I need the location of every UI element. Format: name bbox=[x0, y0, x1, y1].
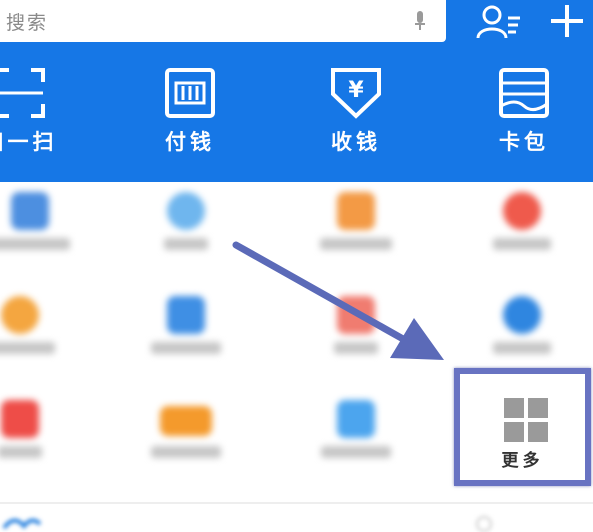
app-label-placeholder bbox=[164, 238, 208, 250]
card-wallet-button[interactable]: 卡包 bbox=[474, 66, 574, 166]
grid-app-tile[interactable] bbox=[462, 182, 582, 282]
microphone-icon[interactable] bbox=[414, 11, 426, 31]
app-icon bbox=[503, 296, 541, 334]
card-wallet-icon bbox=[499, 68, 549, 118]
app-label-placeholder bbox=[493, 342, 551, 354]
app-label-placeholder bbox=[0, 446, 42, 458]
svg-text:¥: ¥ bbox=[348, 78, 364, 103]
receive-money-label: 收钱 bbox=[331, 130, 381, 154]
quick-actions-bar: 扫一扫 付钱 ¥ 收钱 bbox=[0, 66, 593, 166]
grid-app-tile[interactable] bbox=[0, 390, 80, 490]
app-icon bbox=[11, 192, 49, 230]
more-label: 更多 bbox=[501, 451, 544, 471]
app-label-placeholder bbox=[320, 238, 392, 250]
app-label-placeholder bbox=[321, 446, 391, 458]
app-label-placeholder bbox=[151, 342, 221, 354]
top-header: 搜索 扫一扫 bbox=[0, 0, 593, 182]
grid-icon bbox=[504, 398, 548, 442]
app-label-placeholder bbox=[0, 342, 55, 354]
app-icon bbox=[337, 192, 375, 230]
pay-button[interactable]: 付钱 bbox=[140, 66, 240, 166]
app-label-placeholder bbox=[151, 446, 221, 458]
card-wallet-label: 卡包 bbox=[499, 130, 549, 154]
scan-button[interactable]: 扫一扫 bbox=[0, 66, 70, 166]
grid-app-tile[interactable] bbox=[296, 286, 416, 386]
app-icon bbox=[167, 192, 205, 230]
app-label-placeholder bbox=[493, 238, 551, 250]
partial-bottom-content bbox=[2, 516, 492, 532]
app-icon bbox=[1, 400, 39, 438]
app-icon bbox=[503, 192, 541, 230]
receive-money-button[interactable]: ¥ 收钱 bbox=[306, 66, 406, 166]
grid-app-tile[interactable] bbox=[296, 182, 416, 282]
contacts-icon[interactable] bbox=[476, 4, 522, 40]
more-button[interactable]: 更多 bbox=[454, 368, 591, 486]
scan-icon bbox=[0, 68, 45, 118]
receive-money-icon: ¥ bbox=[331, 68, 381, 119]
app-icon bbox=[337, 296, 375, 334]
grid-app-tile[interactable] bbox=[296, 390, 416, 490]
app-label-placeholder bbox=[334, 342, 378, 354]
grid-app-tile[interactable] bbox=[126, 286, 246, 386]
pay-icon bbox=[165, 68, 215, 118]
grid-app-tile[interactable] bbox=[0, 182, 90, 282]
search-placeholder: 搜索 bbox=[6, 11, 49, 34]
app-label-placeholder bbox=[0, 238, 70, 250]
scan-label: 扫一扫 bbox=[0, 130, 58, 154]
app-icon bbox=[160, 406, 212, 436]
search-bar[interactable]: 搜索 bbox=[0, 0, 446, 42]
app-icon bbox=[1, 296, 39, 334]
app-icon bbox=[337, 400, 375, 438]
app-icon bbox=[167, 296, 205, 334]
grid-app-tile[interactable] bbox=[126, 182, 246, 282]
pay-label: 付钱 bbox=[165, 130, 215, 154]
grid-app-tile[interactable] bbox=[126, 390, 246, 490]
grid-app-tile[interactable] bbox=[0, 286, 80, 386]
plus-icon[interactable] bbox=[548, 2, 586, 40]
